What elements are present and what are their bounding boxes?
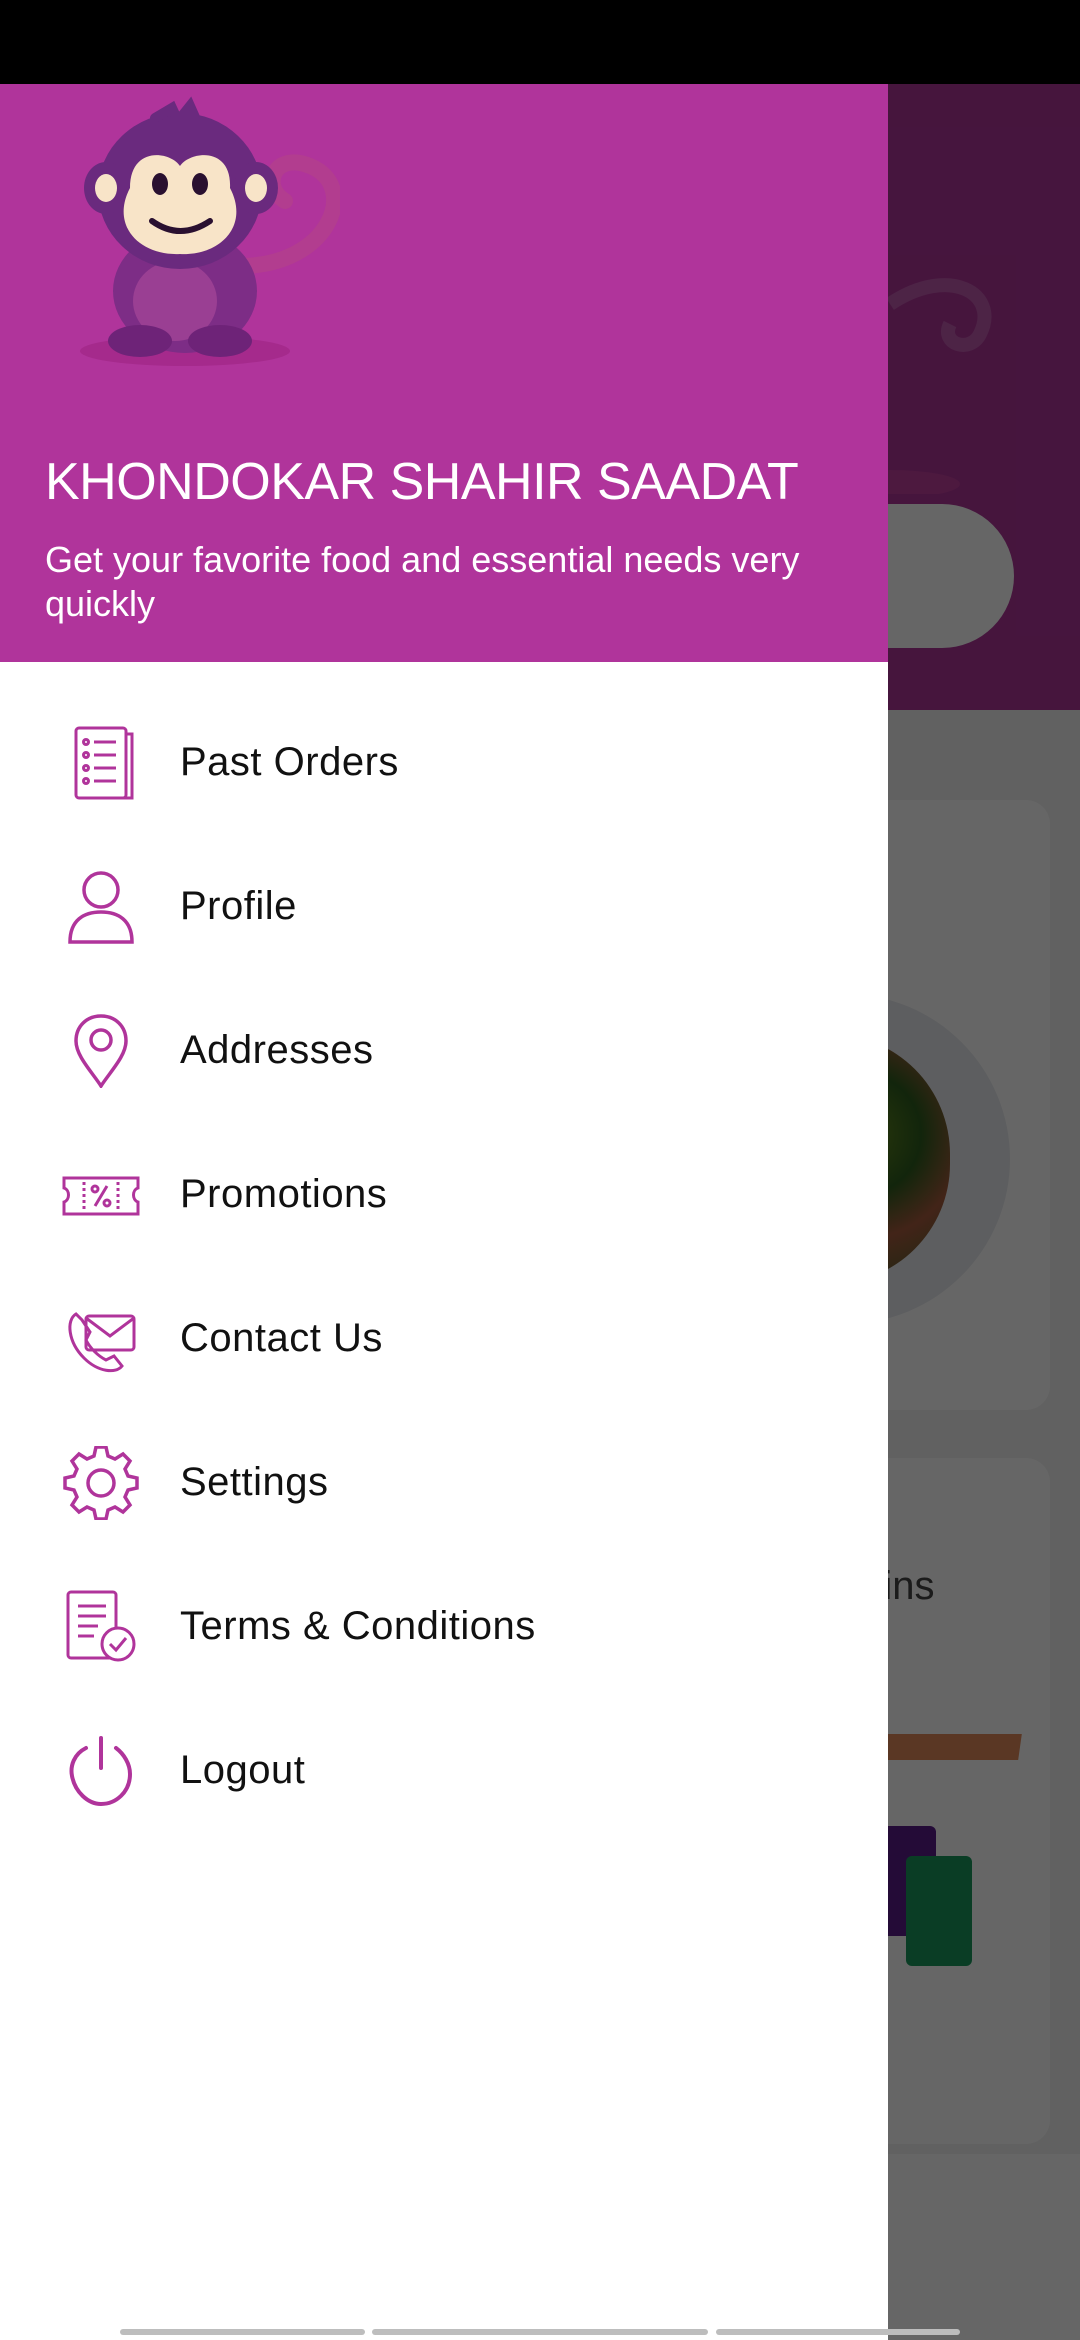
menu-label: Past Orders	[180, 740, 399, 784]
menu-item-logout[interactable]: Logout	[0, 1698, 888, 1842]
receipt-list-icon	[60, 726, 142, 800]
menu-label: Logout	[180, 1748, 306, 1792]
menu-item-past-orders[interactable]: Past Orders	[0, 690, 888, 834]
menu-label: Profile	[180, 884, 297, 928]
power-icon	[60, 1734, 142, 1808]
phone-mail-icon	[60, 1302, 142, 1376]
menu-item-addresses[interactable]: Addresses	[0, 978, 888, 1122]
document-check-icon	[60, 1590, 142, 1664]
menu-label: Contact Us	[180, 1316, 383, 1360]
menu-item-settings[interactable]: Settings	[0, 1410, 888, 1554]
menu-item-promotions[interactable]: Promotions	[0, 1122, 888, 1266]
menu-item-profile[interactable]: Profile	[0, 834, 888, 978]
person-icon	[60, 870, 142, 944]
discount-ticket-icon	[60, 1158, 142, 1232]
gesture-bar	[372, 2329, 708, 2335]
status-bar	[0, 0, 1080, 84]
monkey-mascot-icon	[80, 96, 340, 366]
gear-icon	[60, 1446, 142, 1520]
tagline: Get your favorite food and essential nee…	[45, 539, 800, 624]
gesture-bar	[716, 2329, 960, 2335]
navigation-drawer: KHONDOKAR SHAHIR SAADAT Get your favorit…	[0, 84, 888, 2340]
menu-label: Promotions	[180, 1172, 388, 1216]
menu-label: Settings	[180, 1460, 329, 1504]
menu-item-contact-us[interactable]: Contact Us	[0, 1266, 888, 1410]
menu-item-terms-conditions[interactable]: Terms & Conditions	[0, 1554, 888, 1698]
gesture-bar	[120, 2329, 365, 2335]
menu-label: Terms & Conditions	[180, 1604, 536, 1648]
user-name: KHONDOKAR SHAHIR SAADAT	[45, 453, 799, 511]
menu-label: Addresses	[180, 1028, 374, 1072]
location-pin-icon	[60, 1014, 142, 1088]
drawer-menu: Past Orders Profile Addresses Promotions…	[0, 690, 888, 1842]
drawer-header: KHONDOKAR SHAHIR SAADAT Get your favorit…	[0, 84, 888, 662]
